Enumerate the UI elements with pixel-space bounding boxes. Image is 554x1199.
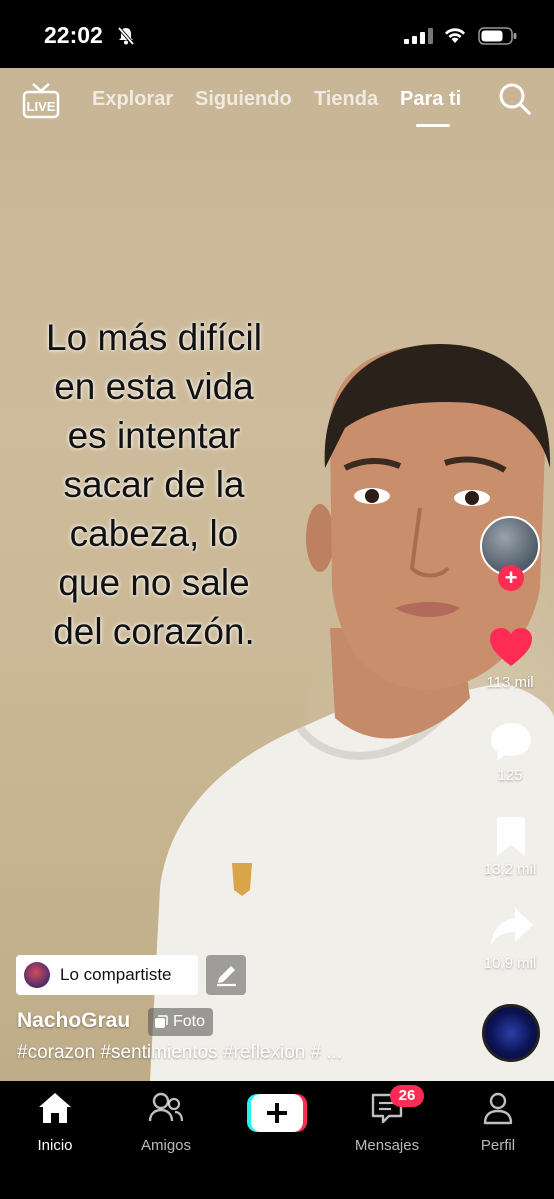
shared-pill[interactable]: Lo compartiste <box>16 955 198 995</box>
search-icon[interactable] <box>498 82 532 116</box>
active-tab-indicator <box>416 124 450 127</box>
caption-line: sacar de la <box>63 464 245 505</box>
like-count: 113 mil <box>486 674 534 691</box>
author-name[interactable]: NachoGrau <box>17 1009 130 1033</box>
music-disc[interactable] <box>482 1004 540 1062</box>
live-tv-icon[interactable]: LIVE <box>22 82 60 122</box>
battery-icon <box>478 27 517 45</box>
caption-line: cabeza, lo <box>69 513 239 554</box>
status-bar: 22:02 <box>0 0 554 68</box>
top-navigation: LIVE Explorar Siguiendo Tienda Para ti <box>0 68 554 138</box>
share-icon[interactable] <box>489 906 535 948</box>
home-icon <box>39 1093 71 1123</box>
save-count: 13,2 mil <box>483 861 537 878</box>
follow-plus-button[interactable]: + <box>498 565 524 591</box>
video-feed[interactable]: LIVE Explorar Siguiendo Tienda Para ti L… <box>0 68 554 1081</box>
heart-icon[interactable] <box>488 626 534 668</box>
nav-inbox-label: Mensajes <box>354 1137 420 1154</box>
inbox-badge: 26 <box>390 1085 424 1107</box>
caption-line: en esta vida <box>54 366 254 407</box>
nav-home[interactable]: Inicio <box>5 1091 105 1154</box>
tab-para-ti[interactable]: Para ti <box>400 88 461 111</box>
user-avatar <box>24 962 50 988</box>
pencil-icon <box>217 966 236 987</box>
nav-friends-label: Amigos <box>140 1137 192 1154</box>
caption-line: que no sale <box>58 562 250 603</box>
nav-profile-label: Perfil <box>480 1137 516 1154</box>
share-count: 10,9 mil <box>483 955 537 972</box>
video-caption-text: Lo más difícil en esta vida es intentar … <box>20 313 288 656</box>
photo-stack-icon <box>155 1015 168 1028</box>
shared-label: Lo compartiste <box>60 965 172 984</box>
tab-explorar[interactable]: Explorar <box>92 88 173 111</box>
profile-icon <box>483 1092 513 1125</box>
friends-icon <box>148 1092 184 1122</box>
create-plus-button[interactable] <box>247 1093 307 1133</box>
status-time: 22:02 <box>44 22 103 48</box>
live-icon-label: LIVE <box>27 99 56 114</box>
silent-bell-icon <box>117 26 135 46</box>
hashtags-text[interactable]: #corazon #sentimientos #reflexion # ... <box>17 1042 417 1064</box>
comment-icon[interactable] <box>489 721 533 763</box>
nav-friends[interactable]: Amigos <box>116 1091 216 1154</box>
photo-badge: Foto <box>148 1008 214 1036</box>
wifi-icon <box>445 28 465 43</box>
post-type-label: Foto <box>173 1013 206 1030</box>
cellular-signal-icon <box>404 28 433 44</box>
caption-line: Lo más difícil <box>46 317 262 358</box>
nav-home-label: Inicio <box>37 1137 73 1154</box>
nav-profile[interactable]: Perfil <box>448 1091 548 1154</box>
tab-siguiendo[interactable]: Siguiendo <box>195 88 292 111</box>
comment-count: 125 <box>497 767 523 784</box>
tab-tienda[interactable]: Tienda <box>314 88 378 111</box>
bottom-navigation: Inicio Amigos Mensajes 26 Perfil <box>0 1081 554 1199</box>
caption-line: es intentar <box>67 415 241 456</box>
caption-line: del corazón. <box>53 611 255 652</box>
bookmark-icon[interactable] <box>494 816 528 858</box>
edit-button[interactable] <box>206 955 246 995</box>
